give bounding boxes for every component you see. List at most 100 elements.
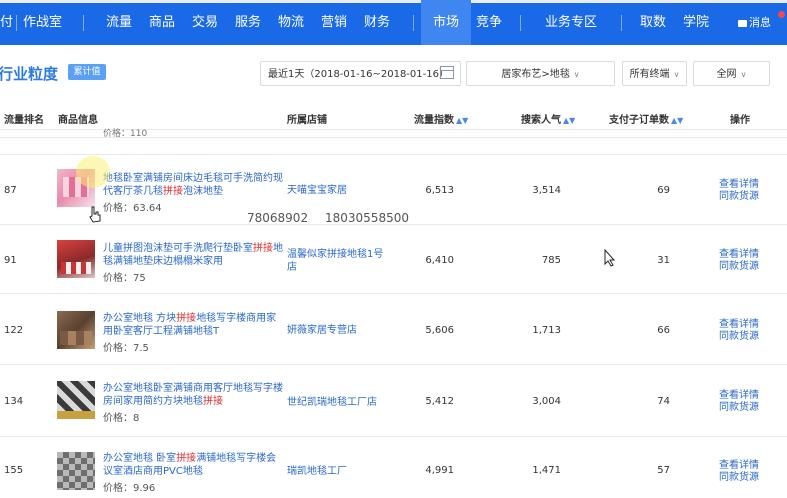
view-details-link[interactable]: 查看详情: [719, 460, 759, 472]
price-text: 价格：8: [103, 413, 140, 424]
sort-icon[interactable]: ▲▼: [671, 116, 683, 125]
nav-item-finance[interactable]: 财务: [364, 0, 390, 45]
nav-item-service[interactable]: 服务: [235, 0, 261, 45]
chevron-down-icon: ∨: [573, 70, 580, 79]
nav-item-logistics[interactable]: 物流: [278, 0, 304, 45]
sort-icon[interactable]: ▲▼: [563, 116, 575, 125]
price-text: 价格：7.5: [103, 343, 149, 354]
product-title-link[interactable]: 儿童拼图泡沫垫可手洗爬行垫卧室拼接地毯满铺地垫床边榻榻米家用: [103, 242, 283, 268]
message-icon: [738, 19, 747, 27]
product-title-link[interactable]: 地毯卧室满铺房间床边毛毯可手洗简约现代客厅茶几毯拼接泡沫地垫: [103, 172, 283, 198]
title-text: 办公室地毯卧室满铺商用客厅地毯写字楼房间家用简约方块地毯: [103, 383, 283, 407]
messages-button[interactable]: 消息: [738, 0, 785, 45]
shop-link[interactable]: 妍薇家居专营店: [287, 324, 387, 337]
same-source-link[interactable]: 同款货源: [719, 331, 759, 343]
order-count: 66: [657, 325, 670, 336]
same-source-link[interactable]: 同款货源: [719, 191, 759, 203]
nav-item-partial[interactable]: 付: [0, 0, 13, 45]
shop-link[interactable]: 温馨似家拼接地毯1号店: [287, 248, 387, 274]
chevron-down-icon: ∨: [740, 70, 747, 79]
product-title-link[interactable]: 办公室地毯 卧室拼接满铺地毯写字楼会议室酒店商用PVC地毯: [103, 452, 283, 478]
title-text: 办公室地毯 方块: [103, 313, 177, 324]
nav-item-business-zone[interactable]: 业务专区: [545, 0, 597, 45]
header-traffic[interactable]: 流量指数 ▲▼: [414, 111, 468, 126]
action-cell: 查看详情 同款货源: [719, 249, 759, 273]
page-title: 行业粒度: [0, 65, 59, 83]
site-select[interactable]: 全网 ∨: [693, 61, 770, 86]
sort-icon[interactable]: ▲▼: [456, 116, 468, 125]
shop-link[interactable]: 世纪凯瑞地毯工厂店: [287, 396, 387, 409]
calendar-icon[interactable]: [440, 66, 454, 79]
order-count: 31: [657, 255, 670, 266]
category-value: 居家布艺>地毯: [501, 69, 570, 80]
header-search[interactable]: 搜索人气 ▲▼: [521, 111, 575, 126]
search-popularity: 1,713: [532, 325, 561, 336]
product-thumbnail[interactable]: [57, 452, 95, 490]
shop-link[interactable]: 天喵宝宝家居: [287, 184, 387, 197]
nav-item-market[interactable]: 市场: [421, 0, 471, 45]
header-orders[interactable]: 支付子订单数 ▲▼: [609, 111, 683, 126]
rank-cell: 91: [4, 255, 17, 266]
rank-cell: 155: [4, 465, 24, 476]
title-text: 办公室地毯 卧室: [103, 453, 177, 464]
price-text: 价格：9.96: [103, 483, 156, 494]
product-title-link[interactable]: 办公室地毯 方块拼接地毯写字楼商用家用卧室客厅工程满铺地毯T: [103, 312, 283, 338]
view-details-link[interactable]: 查看详情: [719, 179, 759, 191]
same-source-link[interactable]: 同款货源: [719, 261, 759, 273]
date-range-value: 最近1天（2018-01-16~2018-01-16）: [268, 69, 449, 80]
product-thumbnail[interactable]: [57, 381, 95, 419]
same-source-link[interactable]: 同款货源: [719, 402, 759, 414]
header-search-label: 搜索人气: [521, 115, 561, 126]
hand-cursor-icon: [89, 206, 101, 223]
header-rank: 流量排名: [4, 115, 44, 126]
product-title-link[interactable]: 办公室地毯卧室满铺商用客厅地毯写字楼房间家用简约方块地毯拼接: [103, 382, 283, 408]
thumbnail-band: [57, 411, 95, 419]
title-text: 泡沫地垫: [183, 186, 223, 197]
product-thumbnail[interactable]: [57, 240, 95, 278]
shop-link[interactable]: 瑞凯地毯工厂: [287, 465, 387, 478]
action-cell: 查看详情 同款货源: [719, 319, 759, 343]
arrow-cursor-icon: [604, 249, 616, 267]
nav-item-data-fetch[interactable]: 取数: [640, 0, 666, 45]
same-source-link[interactable]: 同款货源: [719, 472, 759, 484]
view-details-link[interactable]: 查看详情: [719, 390, 759, 402]
nav-item-academy[interactable]: 学院: [683, 0, 709, 45]
search-popularity: 1,471: [532, 465, 561, 476]
header-shop: 所属店铺: [287, 115, 327, 126]
header-action: 操作: [730, 115, 750, 126]
nav-item-war-room[interactable]: 作战室: [23, 0, 62, 45]
title-text: 儿童拼图泡沫垫可手洗爬行垫卧室: [103, 243, 253, 254]
view-details-link[interactable]: 查看详情: [719, 319, 759, 331]
search-popularity: 3,514: [532, 185, 561, 196]
action-cell: 查看详情 同款货源: [719, 460, 759, 484]
header-product: 商品信息: [58, 115, 98, 126]
order-count: 74: [657, 396, 670, 407]
divider: [0, 154, 787, 155]
date-range-picker[interactable]: 最近1天（2018-01-16~2018-01-16）: [260, 61, 461, 86]
category-select[interactable]: 居家布艺>地毯 ∨: [466, 61, 615, 86]
messages-label: 消息: [749, 16, 771, 29]
nav-item-trade[interactable]: 交易: [192, 0, 218, 45]
nav-item-marketing[interactable]: 营销: [321, 0, 347, 45]
traffic-index: 5,606: [425, 325, 454, 336]
divider: [0, 293, 787, 294]
cumulative-tag: 累计值: [68, 64, 106, 80]
action-cell: 查看详情 同款货源: [719, 390, 759, 414]
rank-cell: 87: [4, 185, 17, 196]
product-thumbnail[interactable]: [57, 311, 95, 349]
nav-item-traffic[interactable]: 流量: [106, 0, 132, 45]
chevron-down-icon: ∨: [673, 70, 680, 79]
nav-item-competition[interactable]: 竞争: [476, 0, 502, 45]
title-highlight: 拼接: [203, 396, 223, 407]
search-popularity: 3,004: [532, 396, 561, 407]
traffic-index: 4,991: [425, 465, 454, 476]
view-details-link[interactable]: 查看详情: [719, 249, 759, 261]
thumbnail-pattern: [60, 331, 92, 345]
order-count: 69: [657, 185, 670, 196]
nav-item-products[interactable]: 商品: [149, 0, 175, 45]
site-value: 全网: [716, 69, 737, 80]
terminal-select[interactable]: 所有终端 ∨: [622, 61, 687, 86]
watermark-right: 18030558500: [325, 211, 409, 225]
action-cell: 查看详情 同款货源: [719, 179, 759, 203]
header-traffic-label: 流量指数: [414, 115, 454, 126]
